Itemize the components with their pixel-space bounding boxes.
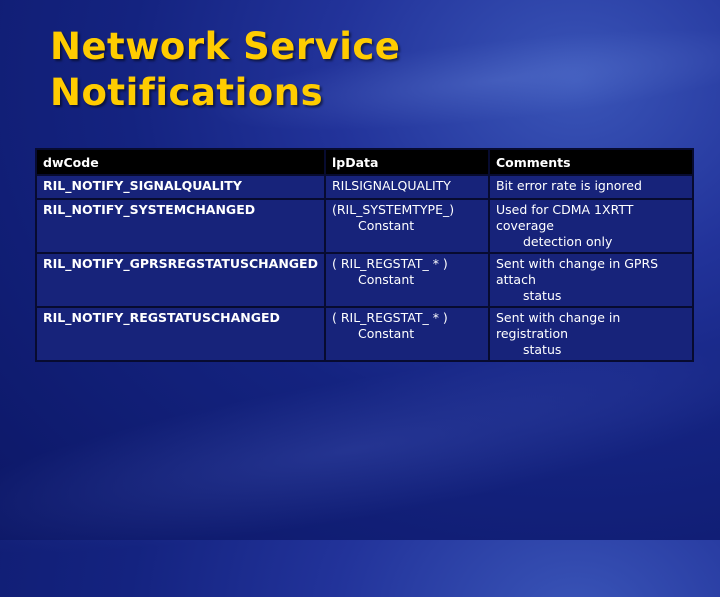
lpdata-kind: Constant xyxy=(357,326,415,341)
table-row: RIL_NOTIFY_GPRSREGSTATUSCHANGED ( RIL_RE… xyxy=(37,254,692,306)
cell-comment: Bit error rate is ignored xyxy=(489,176,692,198)
cell-lpdata: RILSIGNALQUALITY xyxy=(325,176,488,198)
lpdata-type: ( RIL_REGSTAT_ * ) xyxy=(331,256,448,271)
table-row: RIL_NOTIFY_SIGNALQUALITY RILSIGNALQUALIT… xyxy=(37,176,692,198)
comment-text: Bit error rate is ignored xyxy=(495,178,642,193)
notifications-table: dwCode lpData Comments RIL_NOTIFY_SIGNAL… xyxy=(35,148,694,362)
comment-text-continued: status xyxy=(522,288,562,303)
slide-title-line-2: Notifications xyxy=(50,71,324,114)
slide-title-line-1: Network Service xyxy=(50,25,401,68)
cell-dwcode: RIL_NOTIFY_GPRSREGSTATUSCHANGED xyxy=(37,254,324,306)
cell-dwcode: RIL_NOTIFY_REGSTATUSCHANGED xyxy=(37,308,324,360)
cell-dwcode: RIL_NOTIFY_SIGNALQUALITY xyxy=(37,176,324,198)
column-header-dwcode: dwCode xyxy=(37,150,324,174)
lpdata-type: (RIL_SYSTEMTYPE_) xyxy=(331,202,455,217)
column-header-comments: Comments xyxy=(489,150,692,174)
cell-lpdata: (RIL_SYSTEMTYPE_) Constant xyxy=(325,200,488,252)
comment-text: Sent with change in registration xyxy=(495,310,621,341)
cell-dwcode: RIL_NOTIFY_SYSTEMCHANGED xyxy=(37,200,324,252)
lpdata-kind: Constant xyxy=(357,218,415,233)
column-header-lpdata: lpData xyxy=(325,150,488,174)
table-row: RIL_NOTIFY_REGSTATUSCHANGED ( RIL_REGSTA… xyxy=(37,308,692,360)
lpdata-kind: Constant xyxy=(357,272,415,287)
lpdata-type: RILSIGNALQUALITY xyxy=(331,178,451,193)
cell-lpdata: ( RIL_REGSTAT_ * ) Constant xyxy=(325,254,488,306)
table-row: RIL_NOTIFY_SYSTEMCHANGED (RIL_SYSTEMTYPE… xyxy=(37,200,692,252)
cell-comment: Used for CDMA 1XRTT coverage detection o… xyxy=(489,200,692,252)
comment-text-continued: detection only xyxy=(522,234,613,249)
comment-text-continued: status xyxy=(522,342,562,357)
table-header-row: dwCode lpData Comments xyxy=(37,150,692,174)
lpdata-type: ( RIL_REGSTAT_ * ) xyxy=(331,310,448,325)
comment-text: Used for CDMA 1XRTT coverage xyxy=(495,202,634,233)
cell-comment: Sent with change in GPRS attach status xyxy=(489,254,692,306)
cell-comment: Sent with change in registration status xyxy=(489,308,692,360)
comment-text: Sent with change in GPRS attach xyxy=(495,256,659,287)
slide-title: Network Service Notifications xyxy=(50,24,650,116)
cell-lpdata: ( RIL_REGSTAT_ * ) Constant xyxy=(325,308,488,360)
